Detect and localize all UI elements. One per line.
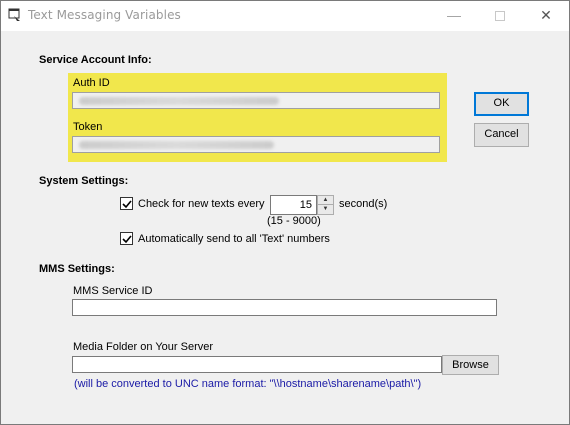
system-settings-heading: System Settings: <box>39 175 129 187</box>
auto-send-label: Automatically send to all 'Text' numbers <box>138 233 330 245</box>
redacted-value <box>79 97 279 105</box>
auth-id-field[interactable] <box>72 92 440 109</box>
checkmark-icon <box>122 235 132 244</box>
service-account-heading: Service Account Info: <box>39 54 152 66</box>
interval-input[interactable]: 15 <box>270 195 317 215</box>
token-field[interactable] <box>72 136 440 153</box>
maximize-button[interactable] <box>477 1 523 30</box>
media-folder-field[interactable] <box>72 356 442 373</box>
mms-service-id-field[interactable] <box>72 299 497 316</box>
maximize-icon <box>495 11 505 22</box>
spin-down-icon[interactable]: ▼ <box>318 205 333 214</box>
unc-format-note: (will be converted to UNC name format: "… <box>74 378 422 390</box>
app-icon <box>8 8 22 22</box>
window-title: Text Messaging Variables <box>28 8 181 22</box>
title-bar: Text Messaging Variables — ✕ <box>1 1 569 31</box>
minimize-button[interactable]: — <box>431 1 477 30</box>
auth-id-label: Auth ID <box>73 77 110 89</box>
token-label: Token <box>73 121 103 133</box>
mms-service-id-label: MMS Service ID <box>73 285 153 297</box>
check-new-texts-label: Check for new texts every <box>138 198 265 210</box>
close-icon: ✕ <box>540 7 552 23</box>
interval-unit: second(s) <box>339 198 388 210</box>
dialog-window: Text Messaging Variables — ✕ Service Acc… <box>0 0 570 425</box>
ok-button[interactable]: OK <box>474 92 529 116</box>
redacted-value <box>79 141 274 149</box>
check-new-texts-checkbox[interactable] <box>120 197 133 210</box>
browse-button[interactable]: Browse <box>442 355 499 375</box>
interval-spinner[interactable]: ▲ ▼ <box>317 195 334 215</box>
spin-up-icon[interactable]: ▲ <box>318 196 333 205</box>
mms-settings-heading: MMS Settings: <box>39 263 115 275</box>
interval-range: (15 - 9000) <box>267 215 321 227</box>
media-folder-label: Media Folder on Your Server <box>73 341 214 353</box>
auto-send-checkbox[interactable] <box>120 232 133 245</box>
close-button[interactable]: ✕ <box>523 1 569 30</box>
minimize-icon: — <box>447 7 461 23</box>
checkmark-icon <box>122 200 132 209</box>
cancel-button[interactable]: Cancel <box>474 123 529 147</box>
